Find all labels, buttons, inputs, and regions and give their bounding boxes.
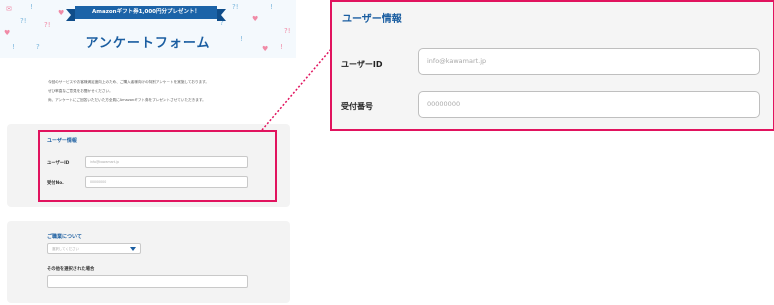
section-title-user-info: ユーザー情報 [342, 14, 402, 25]
user-id-label: ユーザーID [341, 60, 383, 69]
receipt-number-label: 受付番号 [341, 102, 373, 111]
zoomed-user-info-panel: ユーザー情報 ユーザーID info@kawamart.jp 受付番号 0000… [330, 0, 774, 131]
receipt-number-input[interactable]: 00000000 [418, 91, 760, 118]
user-id-input[interactable]: info@kawamart.jp [418, 48, 760, 75]
